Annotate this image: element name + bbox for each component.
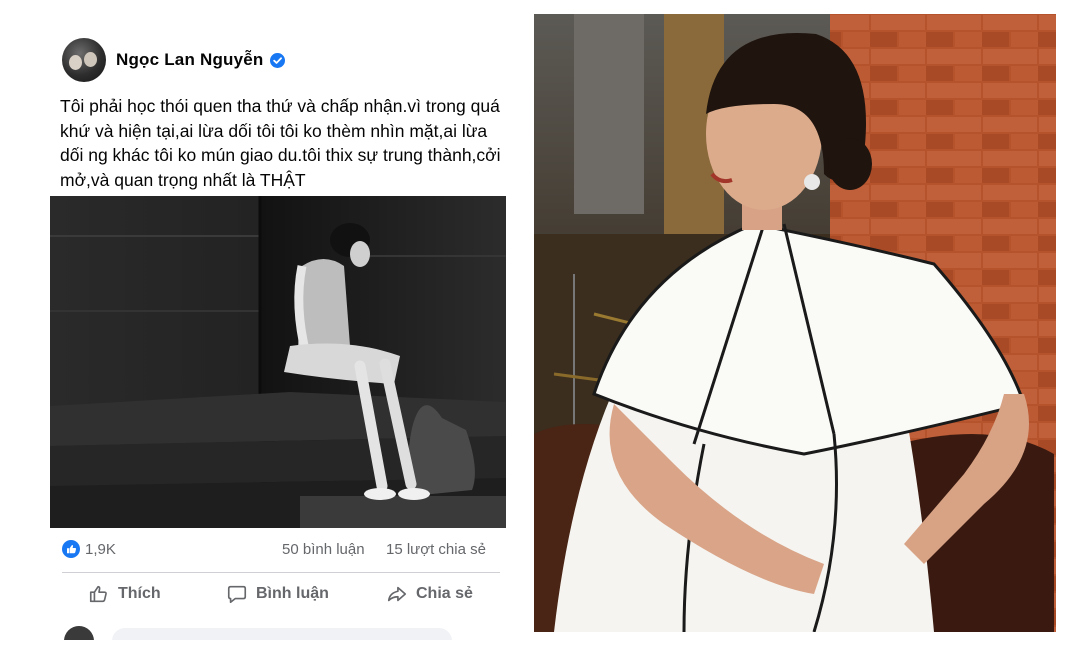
facebook-post: Ngọc Lan Nguyễn Tôi phải học thói quen t… bbox=[40, 20, 520, 640]
shares-count[interactable]: 15 lượt chia sẻ bbox=[386, 541, 486, 558]
comment-button-label: Bình luận bbox=[256, 585, 329, 602]
post-text: Tôi phải học thói quen tha thứ và chấp n… bbox=[60, 96, 501, 190]
post-header: Ngọc Lan Nguyễn bbox=[62, 38, 285, 82]
comment-composer bbox=[64, 626, 452, 640]
post-actions: Thích Bình luận Chia sẻ bbox=[40, 580, 520, 610]
comments-count[interactable]: 50 bình luận bbox=[282, 541, 365, 558]
like-count[interactable]: 1,9K bbox=[62, 540, 116, 558]
author-avatar[interactable] bbox=[62, 38, 106, 82]
share-arrow-icon bbox=[387, 586, 407, 602]
like-count-text: 1,9K bbox=[85, 540, 116, 558]
thumbs-up-icon bbox=[89, 585, 107, 603]
post-photo-illustration bbox=[50, 196, 506, 528]
reactions-row: 1,9K 50 bình luận 15 lượt chia sẻ bbox=[62, 540, 502, 562]
share-button-label: Chia sẻ bbox=[416, 585, 473, 602]
comment-bubble-icon bbox=[227, 585, 247, 604]
post-photo[interactable] bbox=[50, 196, 506, 528]
share-button[interactable]: Chia sẻ bbox=[386, 583, 473, 605]
portrait-photo bbox=[534, 14, 1056, 632]
comment-button[interactable]: Bình luận bbox=[226, 583, 329, 605]
verified-badge-icon bbox=[269, 52, 285, 68]
portrait-photo-illustration bbox=[534, 14, 1056, 632]
author-name[interactable]: Ngọc Lan Nguyễn bbox=[116, 50, 264, 70]
commenter-avatar bbox=[64, 626, 94, 640]
like-reaction-icon bbox=[62, 540, 80, 558]
divider bbox=[62, 572, 500, 573]
comment-input[interactable] bbox=[112, 628, 452, 640]
like-button-label: Thích bbox=[118, 585, 161, 602]
like-button[interactable]: Thích bbox=[88, 583, 161, 605]
